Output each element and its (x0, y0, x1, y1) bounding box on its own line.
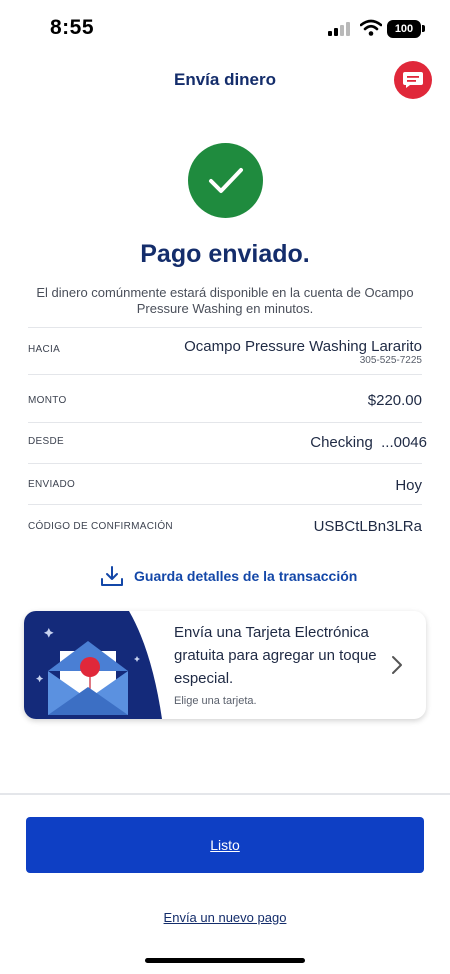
status-time: 8:55 (50, 16, 95, 39)
detail-row-sent: ENVIADO Hoy (28, 463, 422, 504)
success-checkmark (188, 143, 263, 218)
detail-row-to: HACIA Ocampo Pressure Washing Lararito 3… (28, 327, 422, 374)
download-icon (101, 566, 123, 586)
from-label: DESDE (28, 436, 64, 447)
to-value: Ocampo Pressure Washing Lararito (184, 338, 422, 355)
done-button[interactable]: Listo (26, 817, 424, 873)
transaction-details: HACIA Ocampo Pressure Washing Lararito 3… (28, 327, 427, 552)
check-icon (208, 167, 243, 193)
ecard-subtitle: Elige una tarjeta. (174, 695, 257, 707)
chat-icon (403, 72, 423, 88)
battery-icon: 100 (387, 20, 421, 38)
success-headline: Pago enviado. (140, 240, 310, 268)
detail-row-confirmation: CÓDIGO DE CONFIRMACIÓN USBCtLBn3LRa (28, 504, 422, 552)
confirmation-code-value: USBCtLBn3LRa (313, 518, 422, 535)
detail-row-from: DESDE Checking ...0046 (28, 422, 427, 463)
chevron-right-icon (392, 656, 402, 674)
sent-label: ENVIADO (28, 479, 76, 490)
done-button-label: Listo (210, 837, 240, 853)
footer-divider (0, 793, 450, 795)
send-new-payment-link[interactable]: Envía un nuevo pago (0, 910, 450, 925)
save-details-label: Guarda detalles de la transacción (134, 568, 358, 584)
ecard-title: Envía una Tarjeta Electrónica gratuita p… (174, 624, 377, 687)
ecard-promo[interactable]: Envía una Tarjeta Electrónica gratuita p… (24, 611, 426, 719)
chat-button[interactable] (394, 61, 432, 99)
wifi-icon (360, 19, 382, 36)
sent-value: Hoy (395, 477, 422, 494)
to-phone: 305-525-7225 (359, 355, 422, 366)
detail-row-amount: MONTO $220.00 (28, 374, 422, 422)
amount-label: MONTO (28, 395, 67, 406)
battery-level: 100 (394, 23, 414, 35)
confirmation-code-label: CÓDIGO DE CONFIRMACIÓN (28, 521, 173, 532)
battery-nub (422, 25, 425, 32)
success-message: El dinero comúnmente estará disponible e… (36, 285, 414, 316)
signal-icon (328, 22, 350, 36)
to-label: HACIA (28, 344, 61, 355)
page-title: Envía dinero (173, 70, 277, 89)
amount-value: $220.00 (367, 392, 422, 409)
envelope-balloon-illustration (24, 611, 162, 719)
from-value: Checking ...0046 (310, 434, 427, 451)
save-details-link[interactable]: Guarda detalles de la transacción (100, 563, 357, 589)
home-indicator (145, 958, 305, 963)
status-bar: 8:55 100 (0, 0, 450, 56)
